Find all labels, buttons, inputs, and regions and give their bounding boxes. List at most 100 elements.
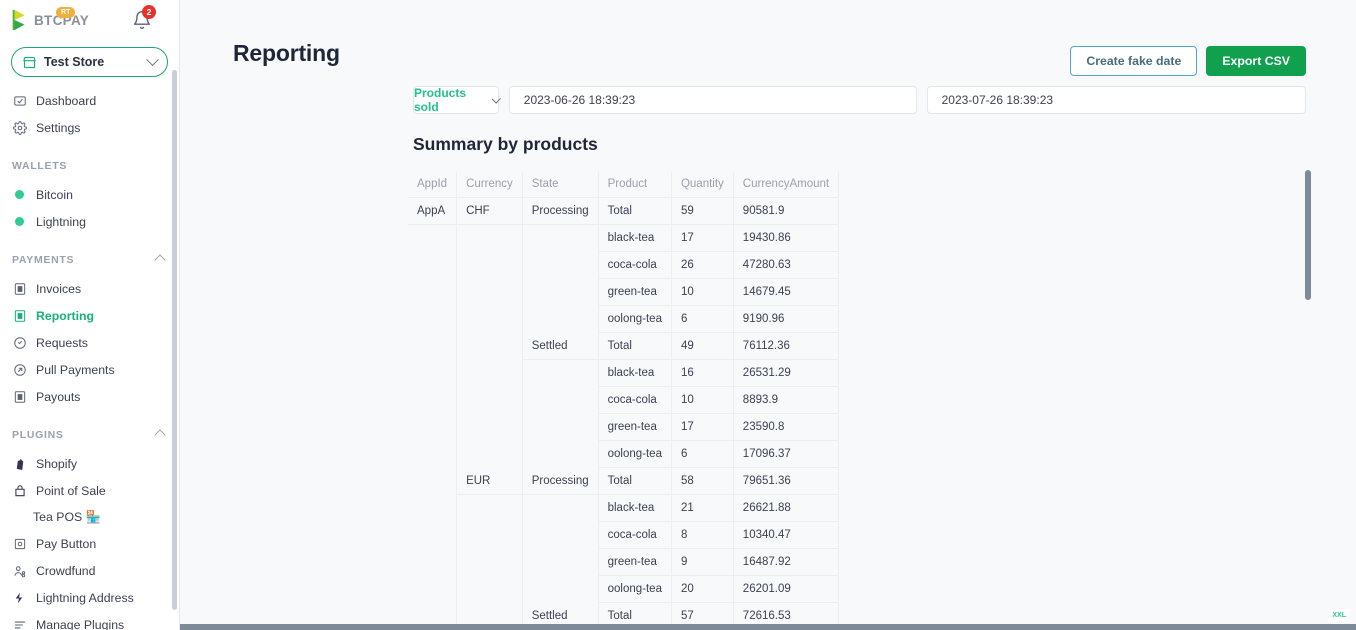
cell-state: [522, 521, 599, 549]
sidebar-item-label: Lightning: [36, 214, 86, 229]
sidebar-item-lightning[interactable]: Lightning: [0, 208, 179, 235]
sidebar-item-label: Payouts: [36, 389, 81, 404]
main-content: Reporting Create fake date Export CSV Pr…: [180, 0, 1356, 630]
sidebar-item-crowdfund[interactable]: Crowdfund: [0, 557, 179, 584]
cell-appid: AppA: [408, 197, 458, 225]
sidebar-item-manage-plugins[interactable]: Manage Plugins: [0, 611, 179, 630]
table-row: green-tea 9 16487.92: [408, 548, 840, 576]
cell-appid: [408, 440, 458, 468]
gear-icon: [12, 120, 27, 135]
notification-bell[interactable]: 2: [132, 5, 156, 32]
sidebar-item-tea-pos[interactable]: Tea POS 🏪: [0, 504, 179, 530]
cell-quantity: 10: [671, 386, 734, 414]
cell-quantity: 21: [671, 494, 734, 522]
cell-amount: 14679.45: [733, 278, 840, 306]
sidebar-item-label: Dashboard: [36, 93, 97, 108]
col-quantity: Quantity: [671, 172, 734, 198]
sidebar-item-pay-button[interactable]: Pay Button: [0, 530, 179, 557]
sidebar-item-label: Crowdfund: [36, 563, 96, 578]
shopify-icon: [12, 456, 27, 471]
cell-currency: [456, 440, 523, 468]
table-row: EUR Processing Total 58 79651.36: [408, 467, 840, 495]
sidebar: BTCPAY RT 2 Test Store Dashboard Setting…: [0, 0, 180, 630]
sidebar-item-point-of-sale[interactable]: Point of Sale: [0, 477, 179, 504]
brand-row: BTCPAY RT 2: [0, 0, 179, 40]
cell-amount: 9190.96: [733, 305, 840, 333]
cell-quantity: 16: [671, 359, 734, 387]
table-head: AppId Currency State Product Quantity Cu…: [408, 172, 840, 198]
cell-amount: 17096.37: [733, 440, 840, 468]
cell-state: [522, 224, 599, 252]
viewport-size-badge: XXL: [1328, 609, 1350, 622]
section-title: Summary by products: [413, 134, 598, 154]
sidebar-item-label: Point of Sale: [36, 483, 106, 498]
filters-bar: Products sold 2023-06-26 18:39:23 2023-0…: [180, 72, 1356, 114]
cell-amount: 76112.36: [733, 332, 840, 360]
cell-currency: [456, 386, 523, 414]
cell-quantity: 6: [671, 440, 734, 468]
cell-appid: [408, 278, 458, 306]
sidebar-group-payments[interactable]: PAYMENTS: [0, 245, 179, 275]
report-type-select[interactable]: Products sold: [413, 86, 501, 114]
date-to-input[interactable]: 2023-07-26 18:39:23: [926, 86, 1306, 114]
sidebar-item-label: Bitcoin: [36, 187, 73, 202]
pull-payments-icon: [12, 362, 27, 377]
sidebar-group-label: WALLETS: [12, 160, 68, 172]
cell-currency: [456, 251, 523, 279]
table-header-row: AppId Currency State Product Quantity Cu…: [408, 172, 840, 198]
cell-amount: 47280.63: [733, 251, 840, 279]
cell-currency: [456, 359, 523, 387]
horizontal-scrollbar[interactable]: [180, 624, 1356, 630]
crowdfund-icon: [12, 563, 27, 578]
table-body: AppA CHF Processing Total 59 90581.9 black-tea…: [408, 197, 840, 630]
sidebar-item-label: Manage Plugins: [36, 617, 125, 630]
sidebar-item-lightning-address[interactable]: Lightning Address: [0, 584, 179, 611]
sidebar-item-pull-payments[interactable]: Pull Payments: [0, 356, 179, 383]
table-row: coca-cola 8 10340.47: [408, 521, 840, 549]
cell-quantity: 8: [671, 521, 734, 549]
cell-currency: [456, 521, 523, 549]
cell-product: coca-cola: [598, 251, 672, 279]
sidebar-group-plugins[interactable]: PLUGINS: [0, 420, 179, 450]
cell-state: Settled: [522, 332, 599, 360]
cell-amount: 8893.9: [733, 386, 840, 414]
brand-logo[interactable]: BTCPAY: [10, 9, 89, 31]
list-icon: [12, 617, 27, 630]
cell-state: [522, 548, 599, 576]
cell-appid: [408, 413, 458, 441]
sidebar-item-requests[interactable]: Requests: [0, 329, 179, 356]
sidebar-item-shopify[interactable]: Shopify: [0, 450, 179, 477]
sidebar-item-dashboard[interactable]: Dashboard: [0, 87, 179, 114]
sidebar-item-label: Settings: [36, 120, 81, 135]
cell-product: Total: [598, 332, 672, 360]
store-selector[interactable]: Test Store: [11, 47, 168, 77]
payouts-icon: [12, 389, 27, 404]
date-from-input[interactable]: 2023-06-26 18:39:23: [508, 86, 917, 114]
cell-product: green-tea: [598, 413, 672, 441]
sidebar-item-settings[interactable]: Settings: [0, 114, 179, 141]
col-appid: AppId: [408, 172, 458, 198]
sidebar-group-wallets: WALLETS: [0, 151, 179, 181]
cell-currency: [456, 413, 523, 441]
sidebar-item-label: Invoices: [36, 281, 82, 296]
sidebar-item-bitcoin[interactable]: Bitcoin: [0, 181, 179, 208]
cell-product: coca-cola: [598, 521, 672, 549]
pay-button-icon: [12, 536, 27, 551]
page-header: Reporting Create fake date Export CSV: [180, 0, 1356, 76]
cell-product: black-tea: [598, 224, 672, 252]
cell-product: black-tea: [598, 359, 672, 387]
sidebar-item-label: Pull Payments: [36, 362, 115, 377]
sidebar-group-label: PAYMENTS: [12, 254, 75, 266]
sidebar-item-invoices[interactable]: Invoices: [0, 275, 179, 302]
cell-currency: CHF: [456, 197, 523, 225]
table-row: green-tea 17 23590.8: [408, 413, 840, 441]
summary-table-wrap: AppId Currency State Product Quantity Cu…: [408, 172, 1356, 630]
sidebar-item-reporting[interactable]: Reporting: [0, 302, 179, 329]
col-currencyamount: CurrencyAmount: [733, 172, 840, 198]
cell-state: [522, 359, 599, 387]
sidebar-scrollbar[interactable]: [172, 70, 177, 610]
sidebar-item-payouts[interactable]: Payouts: [0, 383, 179, 410]
cell-product: Total: [598, 467, 672, 495]
main-scrollbar[interactable]: [1305, 170, 1311, 300]
cell-currency: EUR: [456, 467, 523, 495]
